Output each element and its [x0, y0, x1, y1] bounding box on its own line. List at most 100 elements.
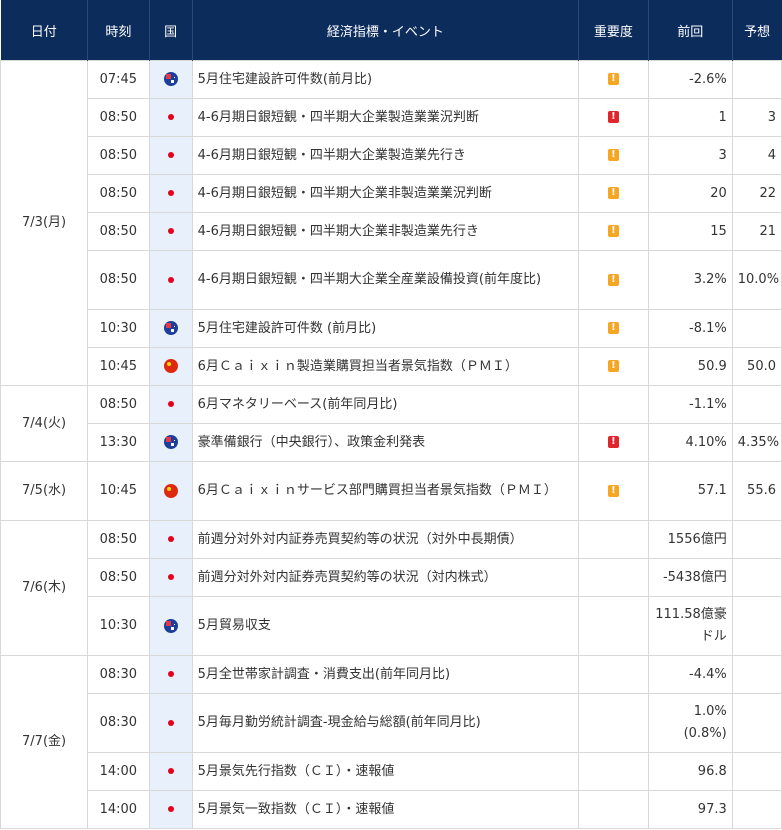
- table-row: 08:50 4-6月期日銀短観・四半期大企業全産業設備投資(前年度比)! 3.2% 1…: [1, 250, 782, 310]
- column-header-previous: 前回: [647, 0, 733, 61]
- japan-flag-icon: [167, 276, 174, 283]
- importance-mid-icon: !: [607, 484, 619, 497]
- event-name: 4-6月期日銀短観・四半期大企業製造業業況判断: [191, 98, 580, 137]
- importance-mid-icon: !: [607, 73, 619, 85]
- date-cell: 7/5(水): [0, 461, 89, 521]
- importance-mid-icon: !: [607, 273, 619, 286]
- forecast-value: [731, 60, 782, 99]
- importance-cell: [578, 790, 649, 829]
- previous-value: 96.8: [647, 752, 733, 791]
- previous-value: 57.1: [647, 461, 733, 521]
- column-header-date: 日付: [0, 0, 88, 61]
- forecast-value: 55.6: [731, 461, 782, 521]
- country-cell: [148, 461, 193, 521]
- country-cell: [148, 212, 193, 251]
- country-cell: [148, 558, 193, 597]
- time-cell: 10:30: [87, 309, 150, 348]
- time-cell: 08:50: [87, 520, 150, 559]
- importance-cell: [578, 655, 649, 694]
- previous-value: 4.10%: [647, 423, 733, 462]
- japan-flag-icon: [167, 536, 174, 542]
- time-cell: 08:30: [87, 693, 150, 753]
- table-row: 08:30 5月毎月勤労統計調査-現金給与総額(前年同月比) 1.0% (0.8%): [1, 693, 782, 753]
- time-cell: 07:45: [87, 60, 150, 99]
- importance-high-icon: !: [607, 436, 619, 448]
- importance-cell: !: [578, 212, 649, 251]
- china-flag-icon: [163, 359, 178, 373]
- importance-mid-icon: !: [607, 187, 619, 199]
- forecast-value: 10.0%: [731, 250, 782, 310]
- japan-flag-icon: [167, 114, 174, 120]
- importance-mid-icon: !: [607, 225, 619, 237]
- table-row: 08:50 前週分対外対内証券売買契約等の状況（対内株式） -5438億円: [1, 558, 782, 597]
- previous-value: 50.9: [647, 347, 733, 386]
- time-cell: 08:50: [87, 558, 150, 597]
- previous-value: 15: [647, 212, 733, 251]
- table-row: 08:50 4-6月期日銀短観・四半期大企業非製造業業況判断! 20 22: [1, 174, 782, 213]
- forecast-value: [731, 520, 782, 559]
- event-name: 5月景気先行指数（ＣＩ）・速報値: [191, 752, 580, 791]
- japan-flag-icon: [167, 190, 174, 196]
- japan-flag-icon: [167, 401, 174, 407]
- forecast-value: [731, 385, 782, 424]
- importance-mid-icon: !: [607, 322, 619, 334]
- importance-high-icon: !: [607, 111, 619, 123]
- country-cell: [148, 98, 193, 137]
- importance-cell: !: [578, 423, 649, 462]
- time-cell: 14:00: [87, 752, 150, 791]
- japan-flag-icon: [167, 671, 174, 677]
- previous-value: 111.58億豪ドル: [647, 596, 733, 656]
- event-name: 6月マネタリーベース(前年同月比): [191, 385, 580, 424]
- importance-cell: !: [578, 250, 649, 310]
- date-cell: 7/4(火): [0, 385, 89, 462]
- date-cell: 7/6(木): [0, 520, 89, 656]
- time-cell: 08:50: [87, 98, 150, 137]
- forecast-value: [731, 693, 782, 753]
- forecast-value: 22: [731, 174, 782, 213]
- table-row: 7/5(水) 10:45 6月Ｃａｉｘｉｎサービス部門購買担当者景気指数（ＰＭＩ）!…: [0, 461, 782, 521]
- china-flag-icon: [163, 483, 178, 498]
- forecast-value: [731, 790, 782, 829]
- japan-flag-icon: [167, 152, 174, 158]
- importance-cell: !: [578, 136, 649, 175]
- forecast-value: [731, 655, 782, 694]
- country-cell: [148, 655, 193, 694]
- event-name: 5月住宅建設許可件数 (前月比): [191, 309, 580, 348]
- japan-flag-icon: [167, 228, 174, 234]
- table-row: 7/4(火) 08:50 6月マネタリーベース(前年同月比) -1.1%: [0, 385, 782, 462]
- importance-cell: [578, 752, 649, 791]
- japan-flag-icon: [167, 719, 174, 726]
- importance-cell: [578, 693, 649, 753]
- date-cell: 7/3(月): [0, 60, 89, 386]
- table-row: 7/3(月) 07:45 5月住宅建設許可件数(前月比)! -2.6%: [0, 60, 782, 386]
- event-name: 6月Ｃａｉｘｉｎ製造業購買担当者景気指数（ＰＭＩ）: [191, 347, 580, 386]
- australia-flag-icon: [163, 72, 178, 86]
- importance-mid-icon: !: [607, 360, 619, 372]
- importance-cell: [578, 596, 649, 656]
- column-header-country: 国: [148, 0, 193, 61]
- importance-cell: !: [578, 60, 649, 99]
- table-row: 7/7(金) 08:30 5月全世帯家計調査・消費支出(前年同月比) -4.4%: [0, 655, 782, 829]
- country-cell: [148, 693, 193, 753]
- column-header-event: 経済指標・イベント: [191, 0, 579, 61]
- previous-value: -2.6%: [647, 60, 733, 99]
- importance-cell: !: [578, 461, 649, 521]
- forecast-value: [731, 309, 782, 348]
- table-row: 08:50 4-6月期日銀短観・四半期大企業製造業先行き! 3 4: [1, 136, 782, 175]
- forecast-value: 3: [731, 98, 782, 137]
- economic-calendar-table: 日付 時刻 国 経済指標・イベント 重要度 前回 予想 7/3(月) 07:45 5…: [0, 0, 782, 829]
- forecast-value: 21: [731, 212, 782, 251]
- event-name: 4-6月期日銀短観・四半期大企業非製造業業況判断: [191, 174, 580, 213]
- previous-value: -8.1%: [647, 309, 733, 348]
- event-name: 豪準備銀行（中央銀行）、政策金利発表: [191, 423, 580, 462]
- country-cell: [148, 174, 193, 213]
- forecast-value: [731, 596, 782, 656]
- previous-value: 1: [647, 98, 733, 137]
- event-name: 前週分対外対内証券売買契約等の状況（対内株式）: [191, 558, 580, 597]
- table-row: 14:00 5月景気先行指数（ＣＩ）・速報値 96.8: [1, 752, 782, 791]
- event-name: 4-6月期日銀短観・四半期大企業製造業先行き: [191, 136, 580, 175]
- column-header-forecast: 予想: [731, 0, 782, 61]
- event-name: 5月全世帯家計調査・消費支出(前年同月比): [191, 655, 580, 694]
- event-name: 4-6月期日銀短観・四半期大企業非製造業先行き: [191, 212, 580, 251]
- country-cell: [148, 347, 193, 386]
